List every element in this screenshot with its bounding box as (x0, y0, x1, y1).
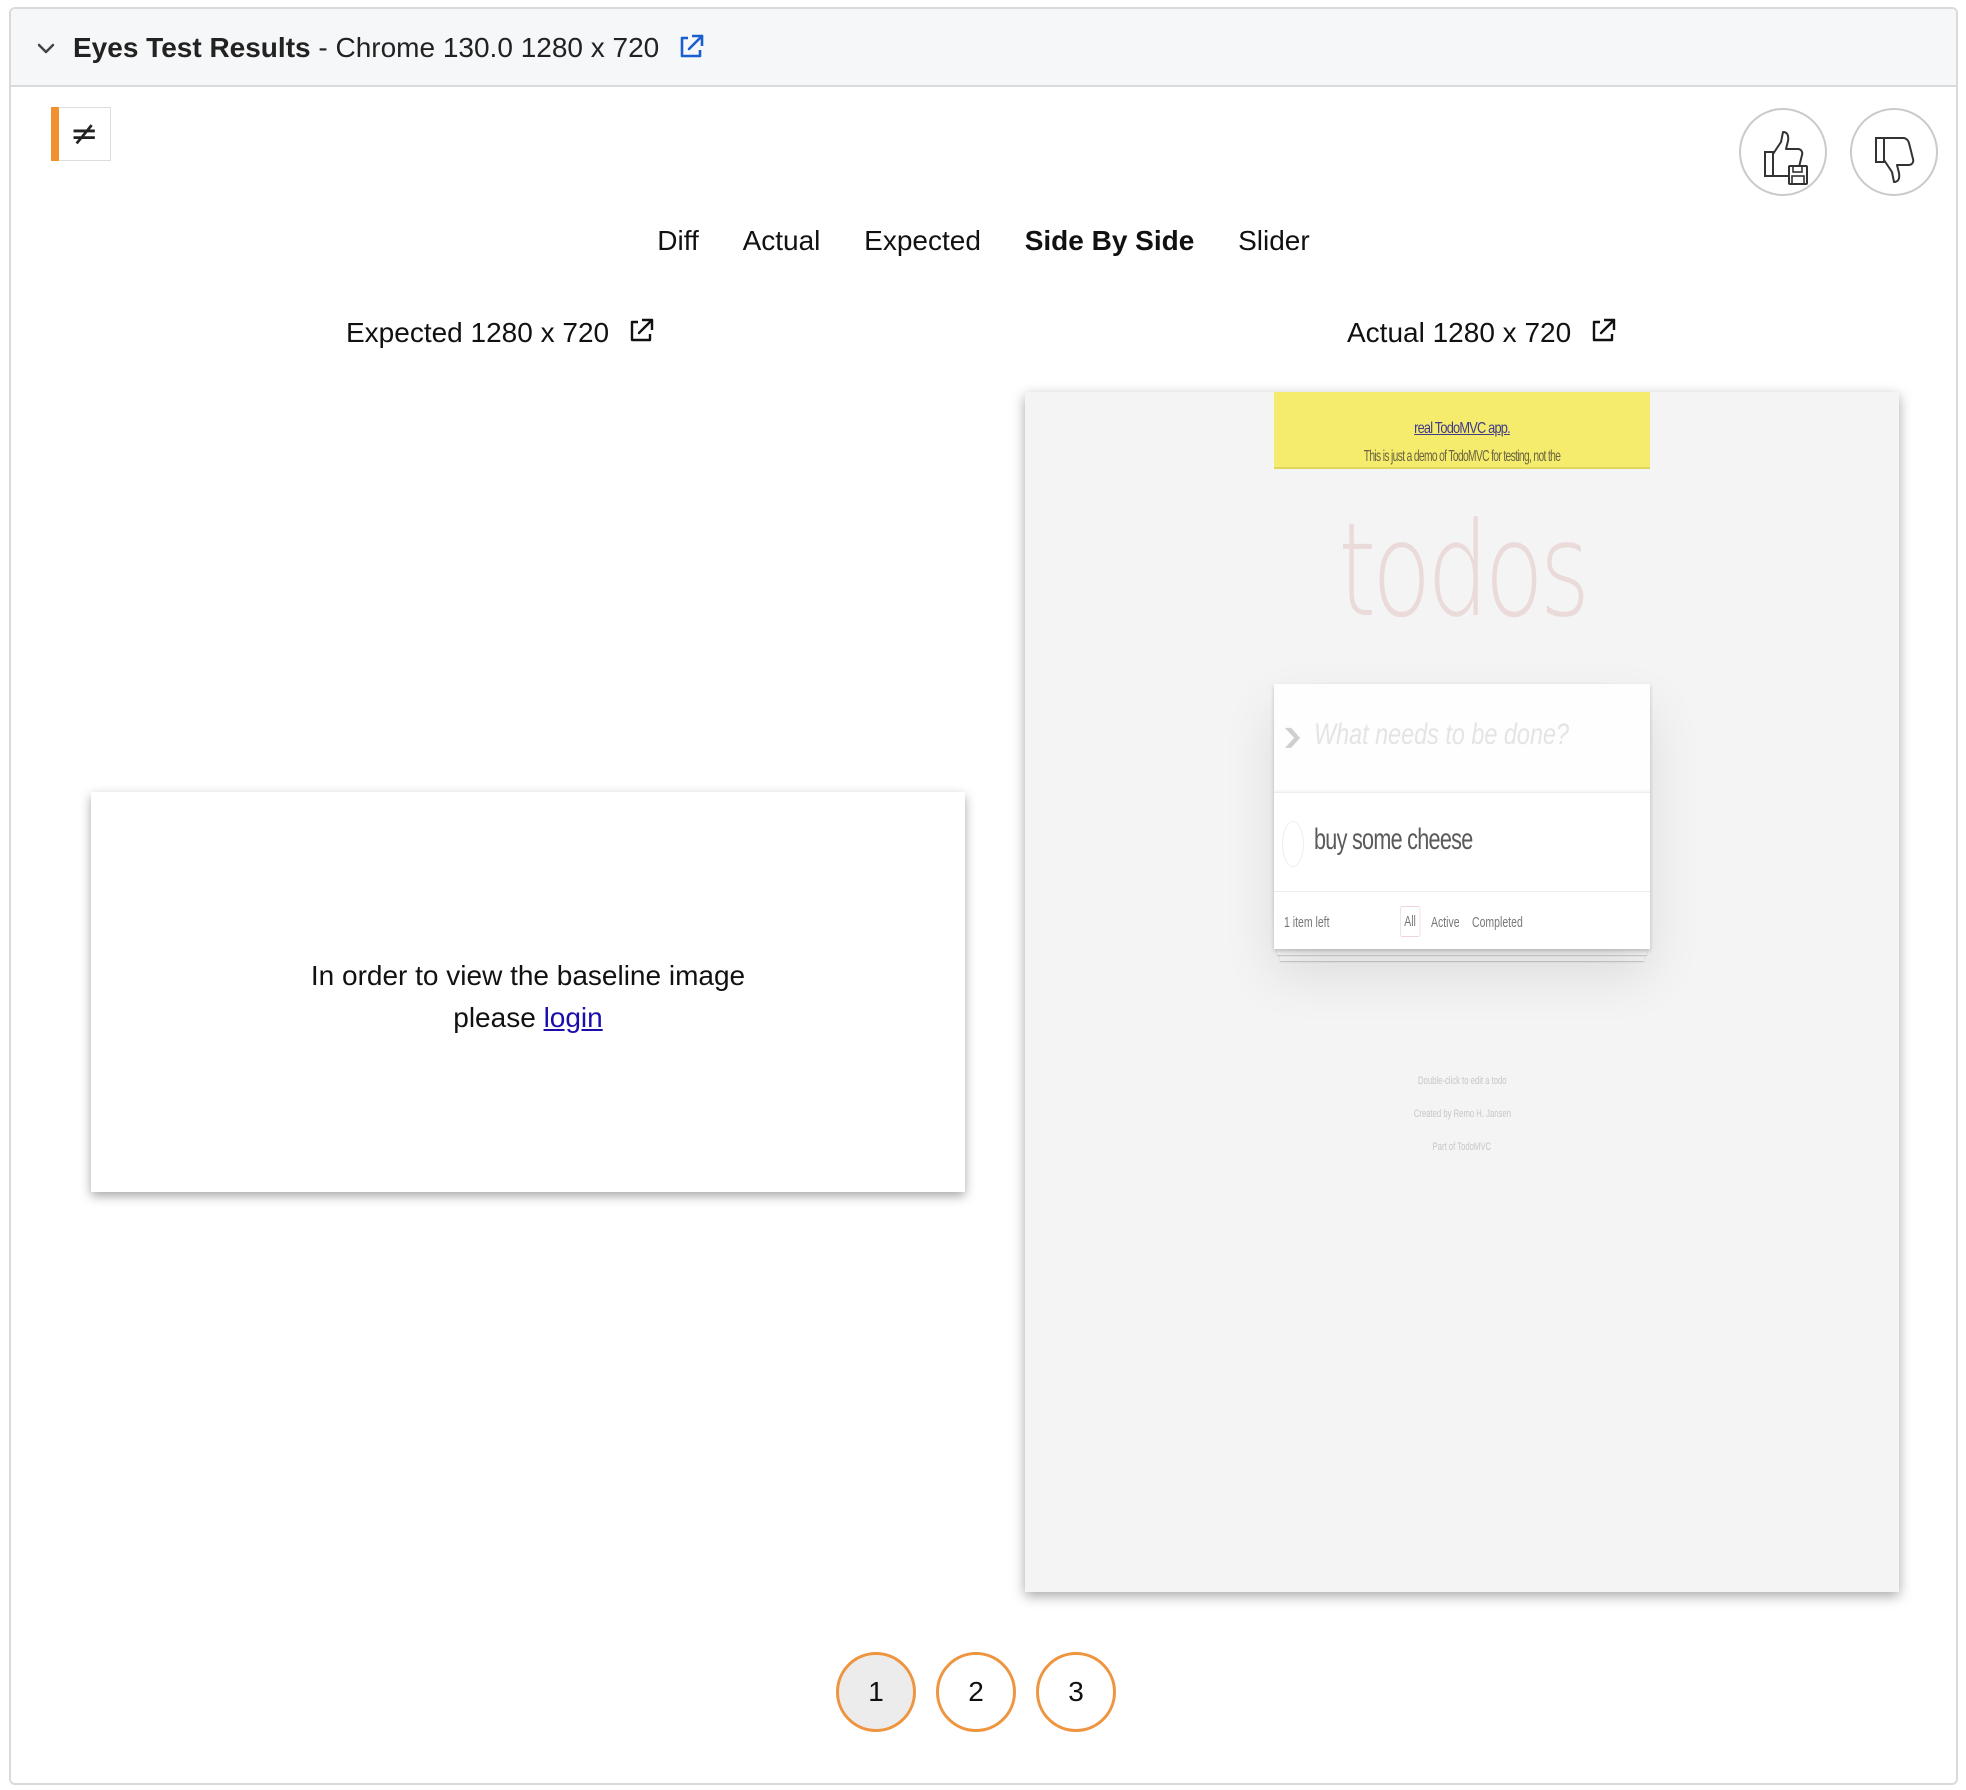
panel-title: Eyes Test Results - Chrome 130.0 1280 x … (73, 31, 705, 65)
items-left-count: 1 item left (1284, 914, 1330, 931)
actual-label-text: Actual 1280 x 720 (1347, 317, 1572, 348)
approve-button[interactable] (1739, 108, 1827, 196)
thumbs-up-save-icon (1764, 131, 1808, 185)
tab-side-by-side[interactable]: Side By Side (1025, 223, 1195, 259)
baseline-message-line: In order to view the baseline image (310, 960, 746, 991)
baseline-message-prefix: please (453, 1002, 544, 1033)
filter-completed: Completed (1472, 914, 1523, 931)
info-line: Double-click to edit a todo (1417, 1075, 1507, 1087)
thumbs-down-icon (1875, 137, 1915, 183)
not-equal-icon: ≠ (70, 114, 99, 154)
baseline-login-box: In order to view the baseline image plea… (91, 792, 965, 1192)
card-stack-edge (1280, 955, 1644, 961)
expected-label: Expected 1280 x 720 (346, 315, 655, 351)
info-line: Created by Remo H. Jansen (1413, 1108, 1511, 1120)
todo-main: ❯ What needs to be done? buy some cheese… (1274, 684, 1650, 949)
panel-header: Eyes Test Results - Chrome 130.0 1280 x … (11, 9, 1956, 87)
tab-slider[interactable]: Slider (1238, 223, 1310, 259)
todo-item: buy some cheese (1274, 792, 1650, 892)
info-line: Part of TodoMVC (1432, 1141, 1492, 1153)
login-link[interactable]: login (544, 1002, 603, 1033)
actual-label: Actual 1280 x 720 (1347, 315, 1617, 351)
baseline-message: In order to view the baseline image plea… (91, 955, 965, 1039)
page-button-2[interactable]: 2 (936, 1652, 1016, 1732)
todos-heading: todos (1338, 494, 1590, 646)
todo-footer: 1 item left All Active Completed (1274, 892, 1650, 949)
diff-status-marker: ≠ (51, 107, 111, 161)
filter-active: Active (1431, 914, 1460, 931)
reject-button[interactable] (1850, 108, 1938, 196)
external-link-icon[interactable] (627, 317, 655, 345)
panel-title-bold: Eyes Test Results (73, 32, 311, 63)
tab-actual[interactable]: Actual (743, 223, 821, 259)
tab-diff[interactable]: Diff (657, 223, 699, 259)
new-todo-input: ❯ What needs to be done? (1274, 684, 1650, 792)
step-pagination: 1 2 3 (11, 1652, 1956, 1732)
filter-all: All (1400, 906, 1421, 937)
banner-text: This is just a demo of TodoMVC for testi… (1363, 448, 1561, 465)
toggle-all-icon: ❯ (1280, 726, 1305, 748)
new-todo-placeholder: What needs to be done? (1314, 718, 1569, 751)
actual-screenshot[interactable]: This is just a demo of TodoMVC for testi… (1025, 392, 1899, 1592)
chevron-down-icon[interactable] (33, 36, 59, 62)
status-color-bar (51, 107, 59, 161)
expected-label-text: Expected 1280 x 720 (346, 317, 610, 348)
banner-link: real TodoMVC app. (1414, 420, 1511, 437)
page-button-1[interactable]: 1 (836, 1652, 916, 1732)
external-link-icon[interactable] (1589, 317, 1617, 345)
todo-checkbox (1282, 821, 1304, 867)
tab-expected[interactable]: Expected (864, 223, 981, 259)
eyes-results-panel: Eyes Test Results - Chrome 130.0 1280 x … (9, 7, 1958, 1785)
todo-item-text: buy some cheese (1314, 823, 1473, 856)
panel-title-details: - Chrome 130.0 1280 x 720 (310, 32, 660, 63)
todo-card: ❯ What needs to be done? buy some cheese… (1274, 684, 1650, 964)
card-stack-edge (1277, 949, 1647, 955)
page-button-3[interactable]: 3 (1036, 1652, 1116, 1732)
view-mode-tabs: Diff Actual Expected Side By Side Slider (11, 223, 1956, 259)
external-link-icon[interactable] (677, 33, 705, 61)
demo-banner: This is just a demo of TodoMVC for testi… (1274, 392, 1650, 469)
